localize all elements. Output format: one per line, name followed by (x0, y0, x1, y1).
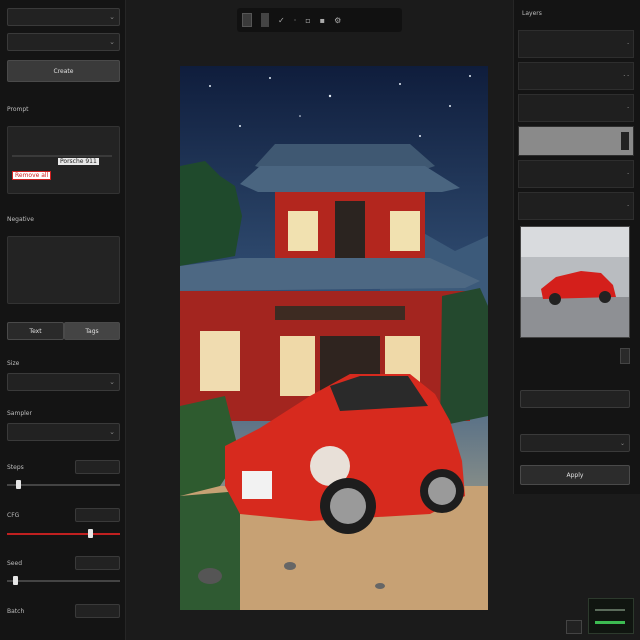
status-widget (588, 598, 634, 634)
steps-slider[interactable] (7, 480, 120, 489)
chevron-down-icon: ⌄ (109, 428, 115, 436)
steps-slider-thumb[interactable] (16, 480, 21, 489)
sampler-label: Sampler (7, 410, 32, 417)
steps-label: Steps (7, 464, 24, 471)
layer-row-4-selected[interactable] (518, 126, 634, 156)
crop-icon[interactable]: · (294, 16, 297, 25)
layer-row-2[interactable]: · · (518, 62, 634, 90)
cfg-slider[interactable] (7, 529, 120, 538)
eye-icon[interactable]: · (627, 171, 629, 178)
negative-label: Negative (7, 216, 34, 223)
generated-image[interactable] (180, 66, 488, 610)
option-toggle[interactable] (620, 348, 630, 364)
sampler-select[interactable]: ⌄ (7, 423, 120, 441)
reference-thumbnail[interactable] (520, 226, 630, 338)
cfg-slider-thumb[interactable] (88, 529, 93, 538)
seed-label: Seed (7, 560, 22, 567)
zoom-control[interactable] (566, 620, 582, 634)
remove-tag[interactable]: Remove all (12, 171, 52, 180)
layer-row-1[interactable]: · (518, 30, 634, 58)
layer-handle-icon[interactable] (621, 132, 629, 150)
tab-text[interactable]: Text (7, 322, 64, 340)
seed-slider[interactable] (7, 576, 120, 585)
right-panel-header: Layers (522, 10, 542, 17)
field2-select[interactable]: ⌄ (520, 434, 630, 452)
eye-icon[interactable]: · (627, 203, 629, 210)
preset-select[interactable]: ⌄ (7, 33, 120, 51)
eye-icon[interactable]: · (627, 41, 629, 48)
cfg-input[interactable] (75, 508, 120, 522)
steps-input[interactable] (75, 460, 120, 474)
size-label: Size (7, 360, 20, 367)
left-panel: ⌄ ⌄ Create Prompt Porsche 911 Remove all… (0, 0, 126, 640)
chevron-down-icon: ⌄ (109, 378, 115, 386)
prompt-label: Prompt (7, 106, 29, 113)
settings-icon[interactable]: ⚙ (334, 16, 341, 25)
chevron-down-icon: ⌄ (109, 38, 115, 46)
batch-input[interactable] (75, 604, 120, 618)
generate-button[interactable]: Create (7, 60, 120, 82)
undo-icon[interactable] (261, 13, 269, 27)
model-select[interactable]: ⌄ (7, 8, 120, 26)
prompt-tag[interactable]: Porsche 911 (58, 158, 99, 165)
layer-row-6[interactable]: · (518, 192, 634, 220)
layer-row-3[interactable]: · (518, 94, 634, 122)
redo-icon[interactable]: ✓ (278, 16, 285, 25)
cfg-label: CFG (7, 512, 20, 519)
batch-label: Batch (7, 608, 25, 615)
layers-icon[interactable] (242, 13, 252, 27)
apply-button[interactable]: Apply (520, 465, 630, 485)
seed-input[interactable] (75, 556, 120, 570)
negative-prompt-input[interactable] (7, 236, 120, 304)
chevron-down-icon: ⌄ (109, 13, 115, 21)
canvas-toolbar: ✓ · ▫ ▪ ⚙ (237, 8, 402, 32)
size-select[interactable]: ⌄ (7, 373, 120, 391)
prompt-input[interactable]: Porsche 911 Remove all (7, 126, 120, 194)
zoom-icon[interactable]: ▫ (305, 16, 310, 25)
eye-icon[interactable]: · (627, 105, 629, 112)
seed-slider-thumb[interactable] (13, 576, 18, 585)
tab-tags[interactable]: Tags (64, 322, 120, 340)
chevron-down-icon: ⌄ (619, 439, 625, 447)
grid-icon[interactable]: ▪ (320, 16, 325, 25)
layer-row-5[interactable]: · (518, 160, 634, 188)
eye-icon[interactable]: · · (623, 73, 629, 80)
field1-input[interactable] (520, 390, 630, 408)
